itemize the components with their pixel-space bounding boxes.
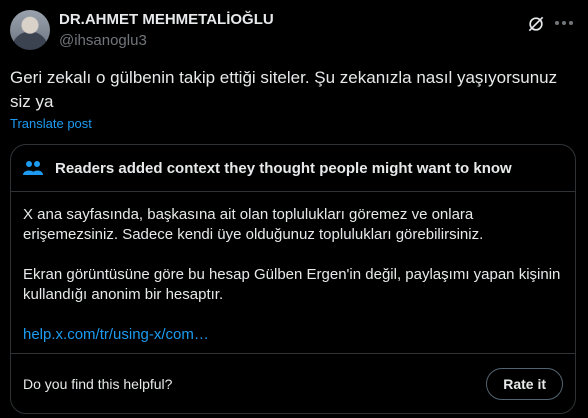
note-footer: Do you find this helpful? Rate it <box>11 353 575 413</box>
community-note: Readers added context they thought peopl… <box>10 144 576 414</box>
note-paragraph: X ana sayfasında, başkasına ait olan top… <box>23 206 484 243</box>
note-header: Readers added context they thought peopl… <box>11 145 575 192</box>
post-text: Geri zekalı o gülbenin takip ettiği site… <box>10 68 558 111</box>
helpful-question: Do you find this helpful? <box>23 375 173 392</box>
note-body: X ana sayfasında, başkasına ait olan top… <box>11 192 575 345</box>
avatar[interactable] <box>10 10 50 50</box>
translate-post-link[interactable]: Translate post <box>10 116 92 131</box>
note-title: Readers added context they thought peopl… <box>55 159 512 177</box>
more-icon[interactable] <box>555 21 575 27</box>
grok-icon[interactable] <box>526 14 546 34</box>
rate-it-button[interactable]: Rate it <box>486 367 563 400</box>
note-paragraph: Ekran görüntüsüne göre bu hesap Gülben E… <box>23 266 561 303</box>
author-block: DR.AHMET MEHMETALİOĞLU @ihsanoglu3 <box>59 10 274 50</box>
author-handle[interactable]: @ihsanoglu3 <box>59 31 274 50</box>
people-icon <box>23 161 43 175</box>
note-source-link[interactable]: help.x.com/tr/using-x/com… <box>23 326 209 343</box>
author-name[interactable]: DR.AHMET MEHMETALİOĞLU <box>59 10 274 29</box>
